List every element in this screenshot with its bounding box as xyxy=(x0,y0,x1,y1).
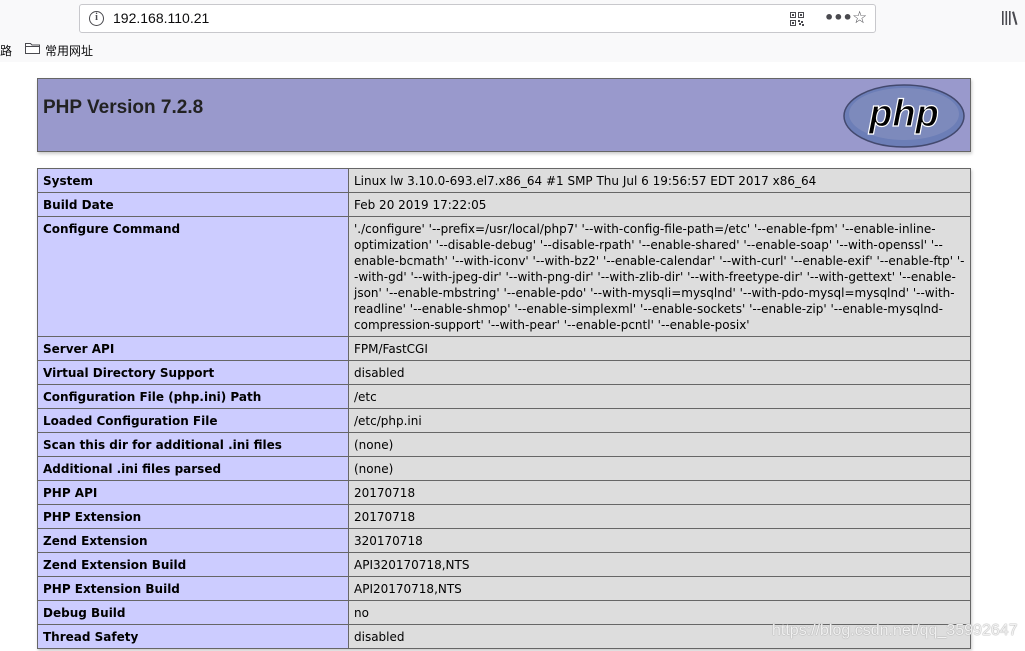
table-row: Loaded Configuration File/etc/php.ini xyxy=(37,408,971,433)
directive-value: no xyxy=(348,600,971,625)
table-row: Additional .ini files parsed (none) xyxy=(37,456,971,481)
table-row: Zend Extension Build API320170718,NTS xyxy=(37,552,971,577)
csdn-watermark: https://blog.csdn.net/qq_35992647 xyxy=(772,622,1018,639)
directive-name: PHP API xyxy=(37,480,349,505)
bookmark-item-cut[interactable]: 路 xyxy=(0,42,12,59)
table-row: Scan this dir for additional .ini files(… xyxy=(37,432,971,457)
directive-name: Build Date xyxy=(37,192,349,217)
table-row: Debug Build no xyxy=(37,600,971,625)
directive-name: Server API xyxy=(37,336,349,361)
directive-name: Zend Extension xyxy=(37,528,349,553)
php-logo[interactable]: php xyxy=(843,84,965,148)
directive-value: /etc xyxy=(348,384,971,409)
qr-code-icon[interactable] xyxy=(790,12,804,26)
directive-name: Loaded Configuration File xyxy=(37,408,349,433)
table-row: Zend Extension 320170718 xyxy=(37,528,971,553)
page-actions-icon[interactable]: ••• xyxy=(824,8,853,27)
directive-value: API20170718,NTS xyxy=(348,576,971,601)
php-version-header: PHP Version 7.2.8 php xyxy=(37,78,971,152)
url-text[interactable]: 192.168.110.21 xyxy=(113,10,209,26)
address-bar[interactable]: i 192.168.110.21 ••• ☆ xyxy=(79,4,876,33)
site-info-icon[interactable]: i xyxy=(89,11,104,26)
bookmark-star-icon[interactable]: ☆ xyxy=(852,8,867,28)
library-icon[interactable] xyxy=(1001,10,1019,26)
directive-value: Feb 20 2019 17:22:05 xyxy=(348,192,971,217)
directive-value: (none) xyxy=(348,456,971,481)
directive-name: Debug Build xyxy=(37,600,349,625)
table-row: System Linux lw 3.10.0-693.el7.x86_64 #1 … xyxy=(37,168,971,193)
table-row: Build Date Feb 20 2019 17:22:05 xyxy=(37,192,971,217)
php-info-table: System Linux lw 3.10.0-693.el7.x86_64 #1 … xyxy=(37,168,971,649)
directive-value: 20170718 xyxy=(348,504,971,529)
directive-name: Configuration File (php.ini) Path xyxy=(37,384,349,409)
directive-name: Configure Command xyxy=(37,216,349,337)
directive-name: Zend Extension Build xyxy=(37,552,349,577)
directive-value: 20170718 xyxy=(348,480,971,505)
directive-name: Scan this dir for additional .ini files xyxy=(37,432,349,457)
directive-name: Additional .ini files parsed xyxy=(37,456,349,481)
table-row: Configure Command './configure' '--prefix… xyxy=(37,216,971,337)
directive-value: FPM/FastCGI xyxy=(348,336,971,361)
directive-value: disabled xyxy=(348,360,971,385)
directive-name: Thread Safety xyxy=(37,624,349,649)
directive-value: './configure' '--prefix=/usr/local/php7'… xyxy=(348,216,971,337)
directive-name: PHP Extension Build xyxy=(37,576,349,601)
directive-name: System xyxy=(37,168,349,193)
page-title: PHP Version 7.2.8 xyxy=(43,97,204,118)
directive-name: PHP Extension xyxy=(37,504,349,529)
table-row: Server API FPM/FastCGI xyxy=(37,336,971,361)
bookmarks-toolbar: 路 常用网址 xyxy=(0,38,1025,60)
table-row: PHP Extension Build API20170718,NTS xyxy=(37,576,971,601)
folder-icon xyxy=(25,43,40,54)
bookmark-folder-common-sites[interactable]: 常用网址 xyxy=(45,42,93,59)
table-row: Configuration File (php.ini) Path/etc xyxy=(37,384,971,409)
table-row: PHP API 20170718 xyxy=(37,480,971,505)
directive-value: 320170718 xyxy=(348,528,971,553)
directive-value: Linux lw 3.10.0-693.el7.x86_64 #1 SMP Th… xyxy=(348,168,971,193)
directive-value: (none) xyxy=(348,432,971,457)
table-row: PHP Extension 20170718 xyxy=(37,504,971,529)
table-row: Virtual Directory Support disabled xyxy=(37,360,971,385)
directive-name: Virtual Directory Support xyxy=(37,360,349,385)
browser-toolbar: i 192.168.110.21 ••• ☆ 路 常用网址 xyxy=(0,0,1025,62)
directive-value: API320170718,NTS xyxy=(348,552,971,577)
php-logo-text: php xyxy=(868,93,939,135)
directive-value: /etc/php.ini xyxy=(348,408,971,433)
